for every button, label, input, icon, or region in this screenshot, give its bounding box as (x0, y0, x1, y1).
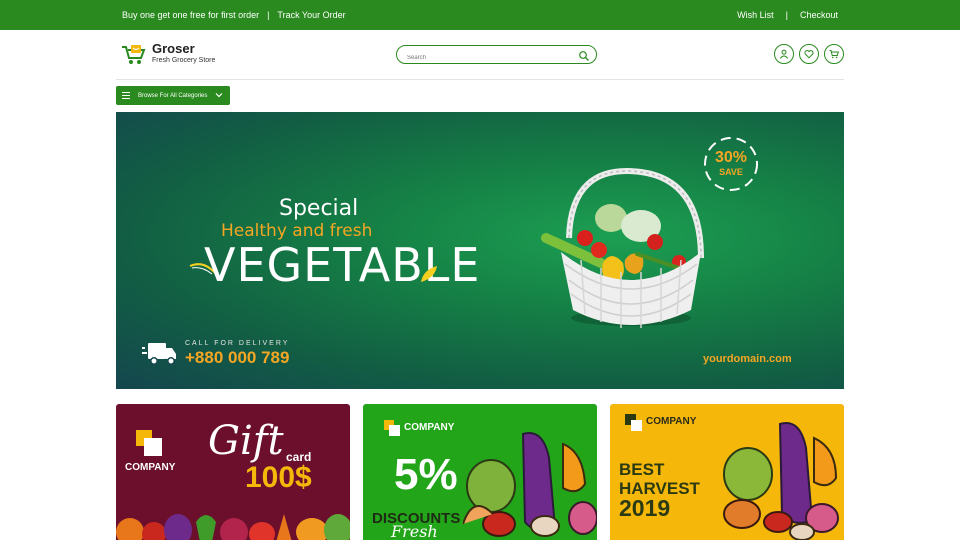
promo-text: Buy one get one free for first order (122, 10, 260, 20)
promo2-company: COMPANY (404, 422, 455, 433)
logo[interactable]: Groser Fresh Grocery Store (120, 42, 215, 66)
top-separator-2: | (785, 10, 788, 20)
promo3-company: COMPANY (646, 416, 697, 427)
top-bar: Buy one get one free for first order | T… (0, 0, 960, 30)
browse-categories-button[interactable]: Browse For All Categories (116, 86, 230, 105)
leaf-accent-icon (421, 266, 437, 282)
call-for-delivery-label: CALL FOR DELIVERY (185, 340, 290, 347)
top-bar-right: Wish List | Checkout (737, 10, 838, 20)
vegetables-illustration (723, 422, 839, 540)
promo-card-discount[interactable]: COMPANY 5% DISCOUNTS Fresh (363, 404, 597, 540)
search-icon[interactable] (578, 49, 590, 61)
promo3-line3: 2019 (619, 495, 671, 521)
user-icon (779, 49, 789, 59)
menu-icon (122, 92, 130, 99)
promo3-line1: BEST (619, 460, 665, 479)
promo1-title: Gift (208, 418, 284, 464)
vegetable-basket-image (541, 168, 704, 328)
cart-logo-icon (120, 42, 146, 66)
promo1-amount: 100$ (245, 461, 312, 494)
promo2-line2: Fresh (391, 522, 438, 540)
hero-headline: VEGETABLE (204, 238, 481, 292)
badge-percent: 30% (714, 149, 748, 166)
account-button[interactable] (774, 44, 794, 64)
wishlist-button[interactable] (799, 44, 819, 64)
checkout-link[interactable]: Checkout (800, 10, 838, 20)
top-bar-left: Buy one get one free for first order | T… (122, 10, 346, 20)
promo1-company: COMPANY (125, 462, 176, 473)
cart-button[interactable] (824, 44, 844, 64)
cart-icon (829, 50, 839, 59)
search-input[interactable] (397, 49, 567, 67)
company-logo-icon (384, 420, 400, 436)
company-logo-icon (625, 414, 642, 431)
header-icons (774, 44, 844, 64)
heart-icon (804, 50, 814, 59)
truck-icon (142, 343, 176, 365)
promo-card-gift[interactable]: COMPANY Gift card 100$ (116, 404, 350, 540)
browse-categories-label: Browse For All Categories (138, 92, 208, 99)
hero-line1: Special (279, 196, 359, 221)
vegetables-illustration (463, 432, 597, 537)
promo2-percent: 5% (394, 450, 458, 499)
vegetables-illustration (116, 514, 350, 540)
hero-banner[interactable]: Special Healthy and fresh VEGETABLE 30% … (116, 112, 844, 389)
search-box (396, 45, 597, 67)
top-separator: | (267, 10, 270, 20)
company-logo-icon (136, 430, 162, 456)
site-header: Groser Fresh Grocery Store (116, 30, 844, 80)
hero-domain: yourdomain.com (703, 353, 792, 365)
track-order-link[interactable]: Track Your Order (277, 10, 345, 20)
chevron-down-icon (215, 93, 223, 98)
promo-card-harvest[interactable]: COMPANY BEST HARVEST 2019 (610, 404, 844, 540)
wishlist-link[interactable]: Wish List (737, 10, 774, 20)
delivery-phone: +880 000 789 (185, 348, 290, 367)
brand-tagline: Fresh Grocery Store (152, 57, 216, 64)
brand-name: Groser (152, 41, 195, 56)
